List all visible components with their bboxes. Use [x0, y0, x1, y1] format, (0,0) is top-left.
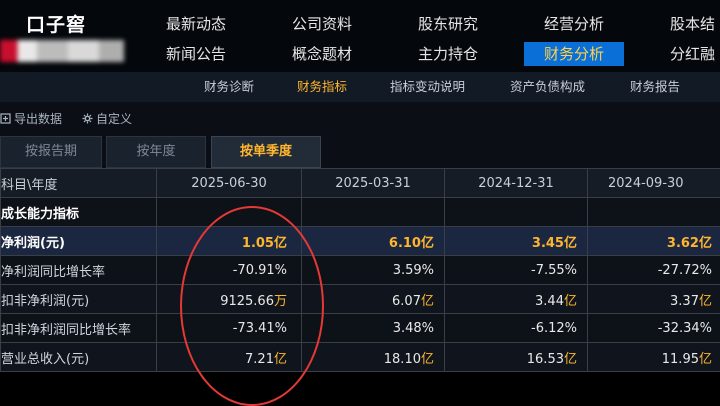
- nav-company-profile[interactable]: 公司资料: [272, 12, 372, 36]
- table-cell: 7.21亿: [157, 343, 302, 372]
- subnav-indicator-changes[interactable]: 指标变动说明: [390, 72, 465, 102]
- row-label: 扣非净利润(元): [1, 285, 157, 314]
- table-row: 净利润(元) 1.05亿 6.10亿 3.45亿 3.62亿: [1, 227, 720, 256]
- corner-label: 科目\年度: [1, 169, 157, 198]
- subnav-financial-reports[interactable]: 财务报告: [630, 72, 680, 102]
- table-cell: 9125.66万: [157, 285, 302, 314]
- tab-by-year[interactable]: 按年度: [106, 136, 206, 168]
- table-cell: 6.10亿: [302, 227, 445, 256]
- table-row: 净利润同比增长率 -70.91% 3.59% -7.55% -27.72%: [1, 256, 720, 285]
- tab-by-quarter[interactable]: 按单季度: [211, 136, 321, 168]
- toolbar: 导出数据 自定义: [0, 102, 720, 136]
- customize-label: 自定义: [96, 110, 132, 127]
- financial-indicators-table: 科目\年度 2025-06-30 2025-03-31 2024-12-31 2…: [0, 168, 720, 372]
- row-label: 营业总收入(元): [1, 343, 157, 372]
- table-cell: -70.91%: [157, 256, 302, 285]
- table-cell: 3.37亿: [588, 285, 720, 314]
- table-cell: 18.10亿: [302, 343, 445, 372]
- stock-name: 口子窖: [26, 10, 86, 37]
- table-cell: -32.34%: [588, 314, 720, 343]
- table-cell: 11.95亿: [588, 343, 720, 372]
- row-label: 净利润(元): [1, 227, 157, 256]
- table-cell: 3.45亿: [445, 227, 588, 256]
- gear-icon: [82, 113, 93, 124]
- sub-navigation: 财务诊断 财务指标 指标变动说明 资产负债构成 财务报告: [0, 72, 720, 102]
- header: 口子窖 最新动态 公司资料 股东研究 经营分析 股本结 新闻公告 概念题材 主力…: [0, 0, 720, 72]
- table-row: 营业总收入(元) 7.21亿 18.10亿 16.53亿 11.95亿: [1, 343, 720, 372]
- tab-by-report-period[interactable]: 按报告期: [0, 136, 102, 168]
- nav-dividends[interactable]: 分红融: [650, 42, 720, 66]
- table-row: 扣非净利润(元) 9125.66万 6.07亿 3.44亿 3.37亿: [1, 285, 720, 314]
- nav-share-capital[interactable]: 股本结: [650, 12, 720, 36]
- section-label: 成长能力指标: [1, 198, 157, 227]
- table-row: 扣非净利润同比增长率 -73.41% 3.48% -6.12% -32.34%: [1, 314, 720, 343]
- stock-code-blurred: [0, 40, 124, 62]
- table-cell: 3.48%: [302, 314, 445, 343]
- nav-announcements[interactable]: 新闻公告: [146, 42, 246, 66]
- subnav-balance-sheet[interactable]: 资产负债构成: [510, 72, 585, 102]
- table-cell: -7.55%: [445, 256, 588, 285]
- export-data-label: 导出数据: [14, 110, 62, 127]
- table-cell: -6.12%: [445, 314, 588, 343]
- subnav-financial-diagnosis[interactable]: 财务诊断: [204, 72, 254, 102]
- nav-latest-news[interactable]: 最新动态: [146, 12, 246, 36]
- column-header[interactable]: 2025-06-30: [157, 169, 302, 198]
- table-cell: 16.53亿: [445, 343, 588, 372]
- column-header[interactable]: 2024-12-31: [445, 169, 588, 198]
- table-header-row: 科目\年度 2025-06-30 2025-03-31 2024-12-31 2…: [1, 169, 720, 198]
- nav-main-holdings[interactable]: 主力持仓: [398, 42, 498, 66]
- row-label: 扣非净利润同比增长率: [1, 314, 157, 343]
- nav-shareholder-research[interactable]: 股东研究: [398, 12, 498, 36]
- column-header[interactable]: 2025-03-31: [302, 169, 445, 198]
- subnav-financial-indicators[interactable]: 财务指标: [297, 72, 347, 102]
- table-cell: 3.62亿: [588, 227, 720, 256]
- table-cell: -73.41%: [157, 314, 302, 343]
- table-cell: -27.72%: [588, 256, 720, 285]
- row-label: 净利润同比增长率: [1, 256, 157, 285]
- export-data-button[interactable]: 导出数据: [0, 110, 62, 127]
- table-cell: 3.44亿: [445, 285, 588, 314]
- nav-financial-analysis[interactable]: 财务分析: [524, 42, 624, 66]
- table-cell: 6.07亿: [302, 285, 445, 314]
- nav-operation-analysis[interactable]: 经营分析: [524, 12, 624, 36]
- customize-button[interactable]: 自定义: [82, 110, 132, 127]
- nav-concepts[interactable]: 概念题材: [272, 42, 372, 66]
- column-header[interactable]: 2024-09-30: [588, 169, 720, 198]
- export-icon: [0, 113, 11, 124]
- table-cell: 3.59%: [302, 256, 445, 285]
- table-cell: 1.05亿: [157, 227, 302, 256]
- section-row: 成长能力指标: [1, 198, 720, 227]
- period-tabs: 按报告期 按年度 按单季度: [0, 136, 720, 168]
